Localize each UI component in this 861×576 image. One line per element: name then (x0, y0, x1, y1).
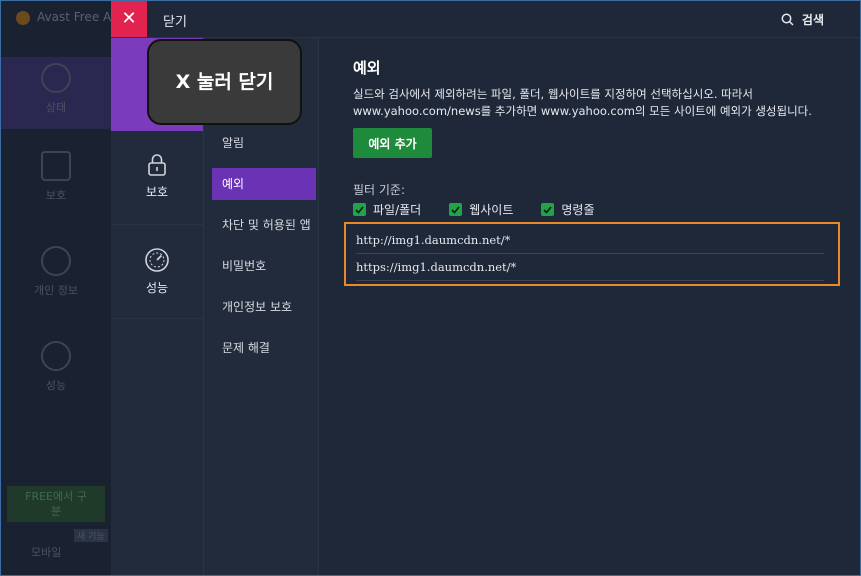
page-description: 실드와 검사에서 제외하려는 파일, 폴더, 웹사이트를 지정하여 선택하십시오… (353, 87, 812, 118)
background-nav-label: 상태 (45, 101, 67, 114)
background-nav-performance: 성능 (1, 341, 111, 393)
app-window: Avast Free A 상태 보호 개인 정보 성능 FREE에서 구 분 새… (0, 0, 861, 576)
submenu-troubleshooting[interactable]: 문제 해결 (212, 332, 316, 364)
speedometer-icon (41, 341, 71, 371)
submenu-exceptions[interactable]: 예외 (212, 168, 316, 200)
checkbox-checked-icon (449, 203, 463, 216)
background-nav-protection: 보호 (1, 151, 111, 203)
background-mobile-link: 모바일 (31, 546, 62, 559)
lock-icon (41, 151, 71, 181)
avast-logo-icon (16, 11, 30, 25)
background-sidebar: Avast Free A 상태 보호 개인 정보 성능 FREE에서 구 분 새… (1, 1, 111, 575)
filter-label-text: 파일/폴더 (373, 203, 422, 217)
background-nav-status: 상태 (1, 57, 111, 129)
category-label: 보호 (145, 185, 169, 199)
filter-files-folders-checkbox[interactable]: 파일/폴더 (353, 201, 421, 218)
settings-topbar: ✕ 닫기 검색 (111, 1, 860, 38)
exception-list: http://img1.daumcdn.net/* https://img1.d… (344, 222, 840, 286)
add-exception-button[interactable]: 예외 추가 (353, 128, 432, 158)
search-icon (781, 13, 794, 26)
filter-label-text: 웹사이트 (469, 203, 514, 217)
exception-row[interactable]: http://img1.daumcdn.net/* (356, 227, 824, 254)
checkbox-checked-icon (353, 203, 366, 216)
filter-label: 필터 기준: (353, 183, 406, 197)
background-nav-label: 성능 (45, 379, 67, 392)
category-performance[interactable]: 성능 (111, 225, 203, 319)
fingerprint-icon (41, 246, 71, 276)
filter-label-text: 명령줄 (561, 203, 595, 217)
page-title: 예외 (353, 59, 381, 77)
category-label: 성능 (145, 281, 169, 295)
checkbox-checked-icon (541, 203, 555, 216)
submenu-passwords[interactable]: 비밀번호 (212, 250, 316, 282)
close-label[interactable]: 닫기 (163, 11, 187, 30)
submenu-privacy[interactable]: 개인정보 보호 (212, 291, 316, 323)
filter-websites-checkbox[interactable]: 웹사이트 (449, 201, 513, 218)
background-nav-privacy: 개인 정보 (1, 246, 111, 298)
search-button[interactable]: 검색 (781, 11, 824, 28)
category-protection[interactable]: 보호 (111, 131, 203, 225)
check-circle-icon (41, 63, 71, 93)
exceptions-panel: 예외 실드와 검사에서 제외하려는 파일, 폴더, 웹사이트를 지정하여 선택하… (319, 38, 860, 575)
lock-icon (148, 154, 166, 176)
submenu-blocked-allowed-apps[interactable]: 차단 및 허용된 앱 (212, 209, 316, 241)
close-icon[interactable]: ✕ (111, 1, 147, 37)
background-upgrade-button: FREE에서 구 분 (7, 486, 105, 522)
exception-row[interactable]: https://img1.daumcdn.net/* (356, 254, 824, 281)
filter-group: 파일/폴더 웹사이트 명령줄 (353, 201, 595, 218)
submenu-notifications[interactable]: 알림 (212, 127, 316, 159)
background-nav-label: 개인 정보 (34, 284, 78, 297)
new-feature-badge: 새 기능 (74, 529, 108, 542)
filter-command-line-checkbox[interactable]: 명령줄 (541, 201, 595, 218)
close-hint-callout: X 눌러 닫기 (147, 39, 302, 125)
background-nav-label: 보호 (45, 189, 67, 202)
speedometer-icon (145, 248, 169, 272)
background-app-title: Avast Free A (37, 10, 112, 24)
search-label: 검색 (801, 13, 824, 27)
